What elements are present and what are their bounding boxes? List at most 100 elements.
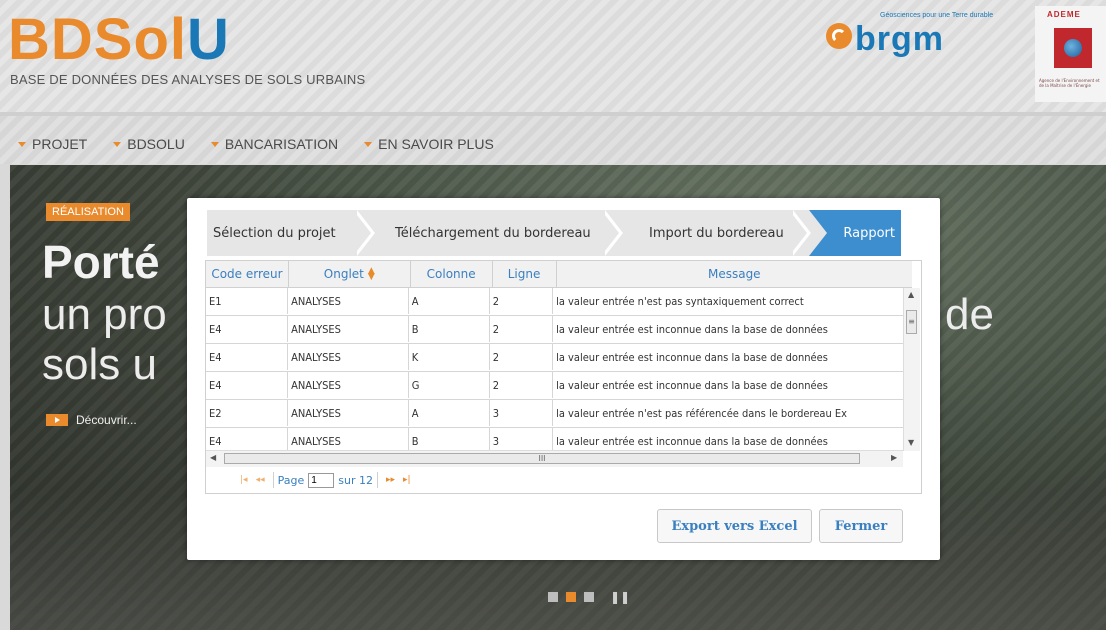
column-header-onglet[interactable]: Onglet ▲ ▼ bbox=[289, 261, 411, 287]
step-telechargement[interactable]: Téléchargement du bordereau bbox=[395, 210, 591, 256]
prev-page-icon[interactable]: ◂◂ bbox=[256, 475, 265, 485]
discover-link[interactable]: Découvrir... bbox=[46, 413, 137, 427]
column-header-message[interactable]: Message bbox=[557, 261, 913, 287]
first-page-icon[interactable]: |◂ bbox=[240, 475, 248, 485]
cell-colonne: A bbox=[409, 400, 490, 426]
cell-colonne: G bbox=[409, 372, 490, 398]
nav-item-projet[interactable]: PROJET bbox=[18, 136, 87, 152]
cell-colonne: K bbox=[409, 344, 490, 370]
carousel-dot[interactable] bbox=[548, 592, 558, 602]
cell-code-erreur: E1 bbox=[206, 288, 289, 314]
pause-icon[interactable]: ❚❚ bbox=[610, 590, 630, 604]
logo-suffix: U bbox=[187, 7, 230, 72]
caret-down-icon bbox=[364, 141, 373, 147]
cell-onglet: ANALYSES bbox=[288, 288, 409, 314]
table-row[interactable]: E4 ANALYSES B 3 la valeur entrée est inconnu… bbox=[206, 428, 904, 450]
grid-header: Code erreur Onglet ▲ ▼ Colonne Ligne Messa… bbox=[206, 261, 912, 288]
carousel-dot[interactable] bbox=[584, 592, 594, 602]
cell-ligne: 3 bbox=[490, 400, 554, 426]
scroll-left-icon[interactable]: ◀ bbox=[210, 453, 216, 462]
globe-icon bbox=[1064, 39, 1082, 57]
cell-message: la valeur entrée est inconnue dans la ba… bbox=[556, 322, 828, 336]
table-row[interactable]: E2 ANALYSES A 3 la valeur entrée n'est pas r… bbox=[206, 400, 904, 428]
page-number-input[interactable] bbox=[308, 472, 335, 488]
discover-label: Découvrir... bbox=[76, 413, 137, 427]
caret-down-icon bbox=[18, 141, 26, 147]
scroll-up-icon[interactable]: ▲ bbox=[908, 290, 914, 299]
step-arrow-icon bbox=[601, 210, 619, 256]
cell-code-erreur: E2 bbox=[206, 400, 289, 426]
step-selection-projet[interactable]: Sélection du projet bbox=[213, 210, 336, 256]
scroll-down-icon[interactable]: ▼ bbox=[908, 438, 914, 447]
hero-subtitle-line2: sols u bbox=[42, 340, 157, 389]
pagination-bar: |◂ ◂◂ Page sur 12 ▸▸ ▸| bbox=[206, 467, 919, 493]
cell-ligne: 2 bbox=[490, 344, 554, 370]
realisation-tag: RÉALISATION bbox=[46, 203, 130, 221]
site-header: BDSolU BASE DE DONNÉES DES ANALYSES DE S… bbox=[0, 0, 1106, 112]
hero-subtitle-right: de bbox=[945, 290, 994, 339]
table-row[interactable]: E1 ANALYSES A 2 la valeur entrée n'est pas s… bbox=[206, 288, 904, 316]
cell-onglet: ANALYSES bbox=[288, 372, 409, 398]
cell-ligne: 2 bbox=[490, 288, 554, 314]
table-row[interactable]: E4 ANALYSES B 2 la valeur entrée est inconnu… bbox=[206, 316, 904, 344]
brgm-logo[interactable]: brgm bbox=[855, 20, 944, 59]
next-page-icon[interactable]: ▸▸ bbox=[386, 475, 395, 485]
cell-ligne: 2 bbox=[490, 372, 554, 398]
ademe-logo[interactable]: ADEME Agence de l'Environnement et de la… bbox=[1035, 6, 1106, 102]
scroll-thumb[interactable]: ≡ bbox=[906, 310, 917, 334]
brgm-emblem-icon bbox=[826, 23, 852, 49]
ademe-caption: Agence de l'Environnement et de la Maîtr… bbox=[1039, 78, 1100, 88]
scroll-thumb[interactable]: III bbox=[224, 453, 860, 464]
play-icon bbox=[46, 414, 68, 426]
cell-message: la valeur entrée est inconnue dans la ba… bbox=[556, 350, 828, 364]
caret-down-icon bbox=[113, 141, 122, 147]
cell-onglet: ANALYSES bbox=[288, 344, 409, 370]
step-arrow-icon bbox=[789, 210, 807, 256]
column-header-ligne[interactable]: Ligne bbox=[493, 261, 557, 287]
caret-down-icon bbox=[210, 141, 219, 147]
hero-subtitle-line1: un pro bbox=[42, 290, 167, 339]
logo-prefix: BDSol bbox=[8, 7, 187, 72]
horizontal-scrollbar[interactable]: ◀ III ▶ bbox=[206, 450, 903, 467]
vertical-scrollbar[interactable]: ▲ ≡ ▼ bbox=[903, 288, 920, 451]
nav-item-label: BDSOLU bbox=[127, 136, 185, 152]
column-header-code-erreur[interactable]: Code erreur bbox=[206, 261, 289, 287]
step-rapport-active[interactable]: Rapport bbox=[809, 210, 901, 256]
nav-item-label: BANCARISATION bbox=[224, 136, 339, 152]
cell-colonne: B bbox=[409, 316, 490, 342]
column-header-colonne[interactable]: Colonne bbox=[411, 261, 493, 287]
cell-message: la valeur entrée est inconnue dans la ba… bbox=[556, 378, 828, 392]
close-button[interactable]: Fermer bbox=[819, 509, 903, 543]
cell-code-erreur: E4 bbox=[206, 316, 289, 342]
cell-message: la valeur entrée est inconnue dans la ba… bbox=[556, 434, 828, 448]
column-header-label: Onglet bbox=[323, 267, 364, 281]
table-row[interactable]: E4 ANALYSES K 2 la valeur entrée est inconnu… bbox=[206, 344, 904, 372]
step-arrow-icon bbox=[353, 210, 371, 256]
nav-item-bancarisation[interactable]: BANCARISATION bbox=[210, 136, 339, 152]
sort-icon: ▲ ▼ bbox=[367, 266, 375, 282]
page-label: Page bbox=[277, 473, 305, 487]
grid-body: E1 ANALYSES A 2 la valeur entrée n'est pas s… bbox=[206, 288, 904, 450]
cell-message: la valeur entrée n'est pas référencée da… bbox=[556, 406, 848, 420]
nav-item-label: PROJET bbox=[32, 136, 88, 152]
nav-item-en-savoir-plus[interactable]: EN SAVOIR PLUS bbox=[364, 136, 494, 152]
table-row[interactable]: E4 ANALYSES G 2 la valeur entrée est inconnu… bbox=[206, 372, 904, 400]
cell-code-erreur: E4 bbox=[206, 344, 289, 370]
nav-item-bdsolu[interactable]: BDSOLU bbox=[113, 136, 185, 152]
carousel-indicators: ❚❚ bbox=[548, 590, 630, 604]
cell-onglet: ANALYSES bbox=[288, 400, 409, 426]
nav-item-label: EN SAVOIR PLUS bbox=[378, 136, 494, 152]
ademe-emblem-icon bbox=[1054, 28, 1092, 68]
bdsolu-logo[interactable]: BDSolU bbox=[8, 8, 230, 72]
cell-code-erreur: E4 bbox=[206, 428, 289, 450]
scroll-right-icon[interactable]: ▶ bbox=[891, 453, 897, 462]
export-excel-button[interactable]: Export vers Excel bbox=[657, 509, 812, 543]
main-nav: PROJET BDSOLU BANCARISATION EN SAVOIR PL… bbox=[0, 112, 1106, 164]
import-report-dialog: Sélection du projet Téléchargement du bo… bbox=[187, 198, 940, 560]
carousel-dot-active[interactable] bbox=[566, 592, 576, 602]
last-page-icon[interactable]: ▸| bbox=[403, 475, 411, 485]
brgm-tagline: Géosciences pour une Terre durable bbox=[880, 12, 994, 19]
step-import[interactable]: Import du bordereau bbox=[649, 210, 784, 256]
cell-message: la valeur entrée n'est pas syntaxiquemen… bbox=[556, 294, 804, 308]
cell-ligne: 2 bbox=[490, 316, 554, 342]
